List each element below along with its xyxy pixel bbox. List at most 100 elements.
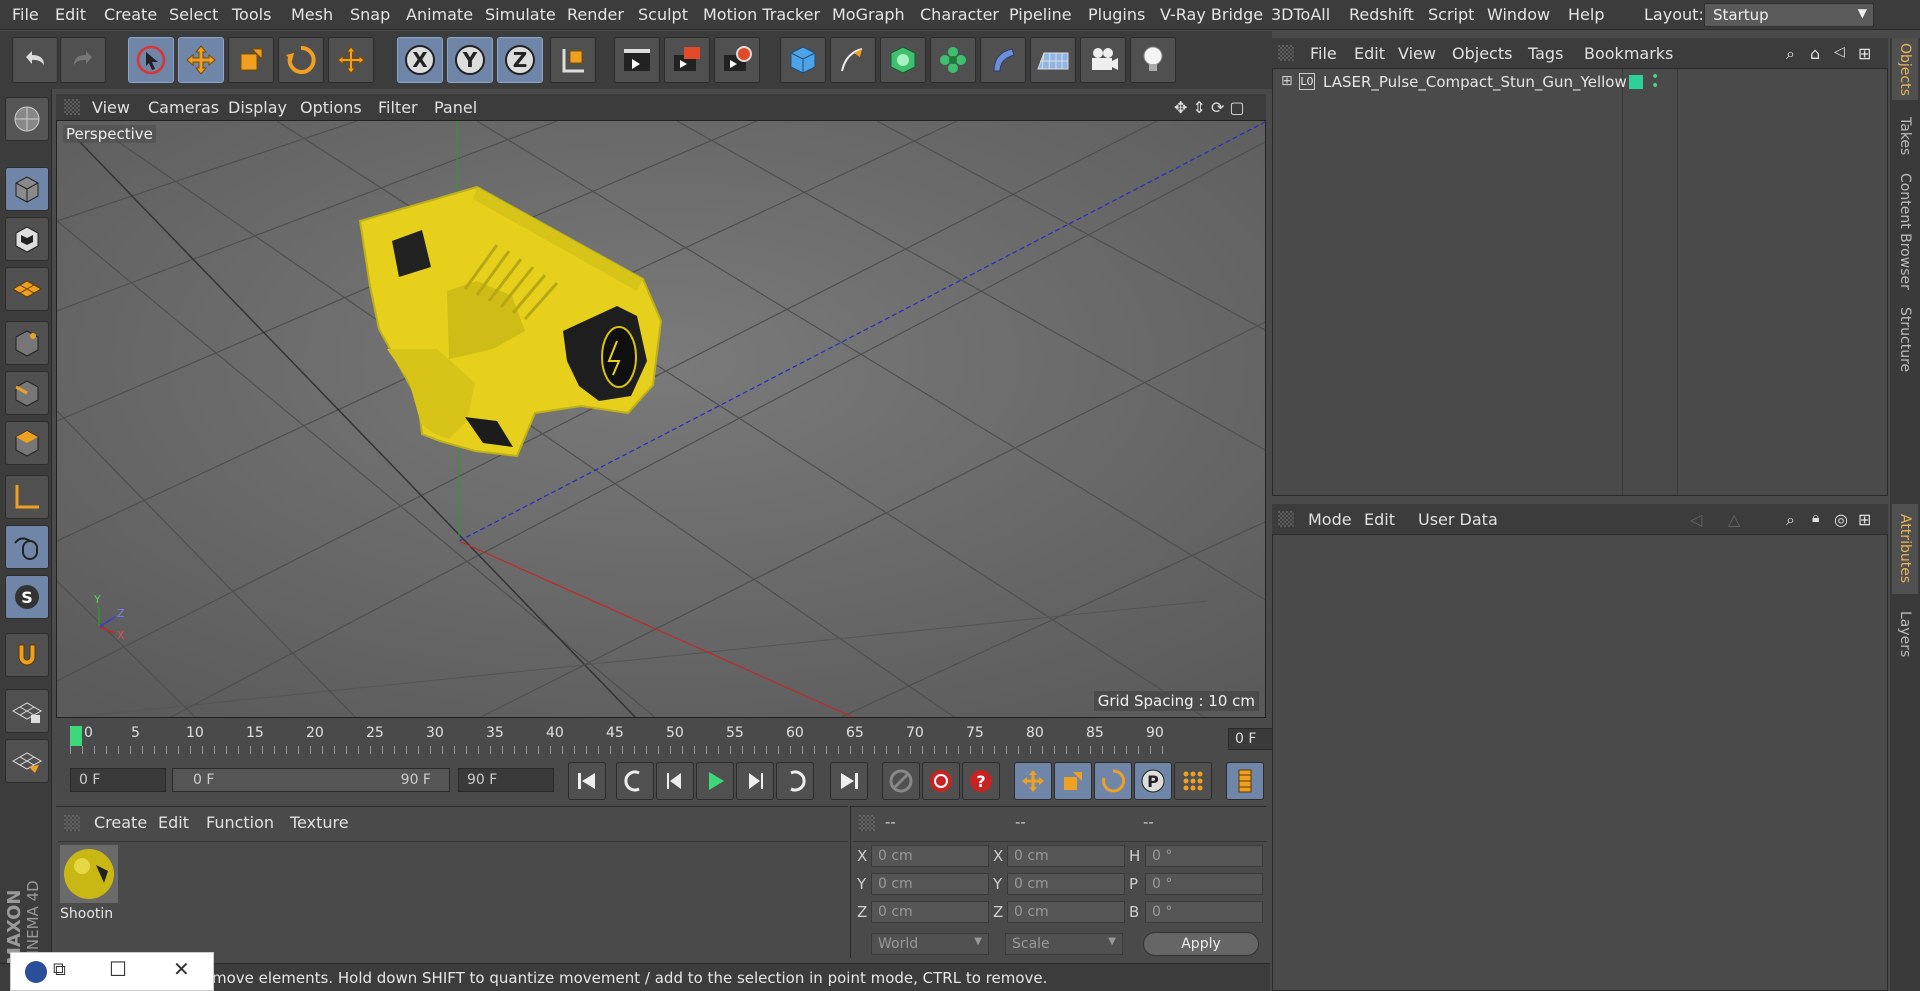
workplane-lock-button[interactable]	[5, 689, 49, 733]
object-row[interactable]: ⊞ L0 LASER_Pulse_Compact_Stun_Gun_Yellow…	[1273, 70, 1887, 95]
polygons-mode-button[interactable]	[5, 421, 49, 465]
go-to-end-button[interactable]	[830, 762, 868, 800]
timeline-ruler[interactable]: 0 5 10 15 20 25 30 35 40 45 50 55 60 65 …	[56, 722, 1320, 756]
tab-layers[interactable]: Layers	[1892, 604, 1918, 664]
menu-mograph[interactable]: MoGraph	[832, 5, 905, 24]
rot-h-field[interactable]: 0 °	[1145, 845, 1263, 867]
x-axis-lock-button[interactable]: X	[397, 37, 443, 83]
viewport-menu-panel[interactable]: Panel	[434, 98, 477, 117]
pen-spline-button[interactable]	[830, 37, 876, 83]
maximize-icon[interactable]: ☐	[109, 957, 127, 981]
material-menu-texture[interactable]: Texture	[290, 813, 349, 832]
viewport-menu-options[interactable]: Options	[300, 98, 362, 117]
layer-color-swatch[interactable]	[1629, 75, 1643, 89]
menu-character[interactable]: Character	[920, 5, 999, 24]
attributes-menu-edit[interactable]: Edit	[1364, 510, 1395, 529]
record-rotation-button[interactable]	[1094, 762, 1132, 800]
coordinate-system-button[interactable]	[550, 37, 596, 83]
lock-icon[interactable]: 🔒︎	[1812, 510, 1819, 526]
model-mode-button[interactable]	[5, 167, 49, 211]
menu-simulate[interactable]: Simulate	[485, 5, 556, 24]
record-active-objects-button[interactable]	[882, 762, 920, 800]
objects-menu-file[interactable]: File	[1310, 44, 1337, 63]
record-position-button[interactable]	[1014, 762, 1052, 800]
size-x-field[interactable]: 0 cm	[1007, 845, 1125, 867]
material-menu-function[interactable]: Function	[206, 813, 274, 832]
tab-content-browser[interactable]: Content Browser	[1892, 172, 1918, 290]
objects-menu-view[interactable]: View	[1398, 44, 1436, 63]
menu-window[interactable]: Window	[1487, 5, 1550, 24]
new-panel-icon[interactable]: ⊞	[1858, 44, 1871, 63]
menu-create[interactable]: Create	[104, 5, 157, 24]
attributes-menu-mode[interactable]: Mode	[1308, 510, 1352, 529]
menu-render[interactable]: Render	[567, 5, 624, 24]
points-mode-button[interactable]	[5, 321, 49, 365]
back-arrow-icon[interactable]: ◁	[1690, 510, 1702, 529]
tab-objects[interactable]: Objects	[1892, 38, 1918, 100]
menu-help[interactable]: Help	[1568, 5, 1604, 24]
redo-button[interactable]	[60, 37, 106, 83]
viewport-menu-view[interactable]: View	[92, 98, 130, 117]
end-frame-field[interactable]: 90 F	[458, 768, 554, 792]
apply-button[interactable]: Apply	[1143, 932, 1259, 956]
size-z-field[interactable]: 0 cm	[1007, 901, 1125, 923]
tab-structure[interactable]: Structure	[1892, 300, 1918, 380]
menu-pipeline[interactable]: Pipeline	[1009, 5, 1072, 24]
menu-plugins[interactable]: Plugins	[1088, 5, 1145, 24]
workplane-mode-button[interactable]	[5, 267, 49, 311]
subdivision-surface-button[interactable]	[880, 37, 926, 83]
menu-vray-bridge[interactable]: V-Ray Bridge	[1160, 5, 1263, 24]
deformer-button[interactable]	[980, 37, 1026, 83]
cloner-button[interactable]	[930, 37, 976, 83]
objects-menu-tags[interactable]: Tags	[1528, 44, 1563, 63]
tab-attributes[interactable]: Attributes	[1892, 504, 1918, 594]
menu-sculpt[interactable]: Sculpt	[638, 5, 688, 24]
size-mode-select[interactable]: Scale ▼	[1005, 933, 1123, 955]
menu-script[interactable]: Script	[1428, 5, 1474, 24]
menu-tools[interactable]: Tools	[232, 5, 271, 24]
playhead[interactable]	[70, 726, 82, 746]
next-frame-button[interactable]	[736, 762, 774, 800]
record-point-level-button[interactable]	[1174, 762, 1212, 800]
viewport-menu-display[interactable]: Display	[228, 98, 287, 117]
menu-file[interactable]: File	[12, 5, 39, 24]
record-scale-button[interactable]	[1054, 762, 1092, 800]
z-axis-lock-button[interactable]: Z	[497, 37, 543, 83]
menu-mesh[interactable]: Mesh	[291, 5, 333, 24]
snap-button[interactable]	[5, 633, 49, 677]
menu-3dtoall[interactable]: 3DToAll	[1271, 5, 1330, 24]
render-view-button[interactable]	[614, 37, 660, 83]
render-settings-button[interactable]	[714, 37, 760, 83]
layout-select[interactable]: Startup ▼	[1704, 3, 1874, 27]
search-icon[interactable]: ⌕	[1786, 44, 1795, 64]
up-arrow-icon[interactable]: △	[1728, 510, 1740, 529]
pos-x-field[interactable]: 0 cm	[871, 845, 989, 867]
objects-menu-objects[interactable]: Objects	[1452, 44, 1512, 63]
transform-tool-button[interactable]	[328, 37, 374, 83]
menu-edit[interactable]: Edit	[55, 5, 86, 24]
scale-tool-button[interactable]	[228, 37, 274, 83]
planar-workplane-button[interactable]	[5, 739, 49, 783]
menu-animate[interactable]: Animate	[406, 5, 473, 24]
move-tool-button[interactable]	[178, 37, 224, 83]
solo-button[interactable]: S	[5, 575, 49, 619]
restore-icon[interactable]: ⧉	[53, 959, 66, 980]
material-menu-create[interactable]: Create	[94, 813, 147, 832]
viewport-nav-icons[interactable]: ✥ ⇕ ⟳ ▢	[1174, 98, 1245, 117]
menu-select[interactable]: Select	[169, 5, 218, 24]
live-selection-button[interactable]	[128, 37, 174, 83]
start-frame-field[interactable]: 0 F	[70, 768, 166, 792]
menu-snap[interactable]: Snap	[350, 5, 390, 24]
object-name[interactable]: LASER_Pulse_Compact_Stun_Gun_Yellow	[1323, 73, 1627, 91]
objects-menu-bookmarks[interactable]: Bookmarks	[1584, 44, 1673, 63]
home-icon[interactable]: ⌂	[1810, 44, 1820, 63]
target-icon[interactable]: ◎	[1834, 510, 1848, 529]
pos-z-field[interactable]: 0 cm	[871, 901, 989, 923]
timeline-scheme-button[interactable]	[1226, 762, 1264, 800]
size-y-field[interactable]: 0 cm	[1007, 873, 1125, 895]
back-icon[interactable]: ◁	[1834, 44, 1845, 60]
viewport-menu-filter[interactable]: Filter	[378, 98, 418, 117]
close-icon[interactable]: ✕	[173, 957, 190, 981]
light-button[interactable]	[1130, 37, 1176, 83]
next-keyframe-button[interactable]	[776, 762, 814, 800]
